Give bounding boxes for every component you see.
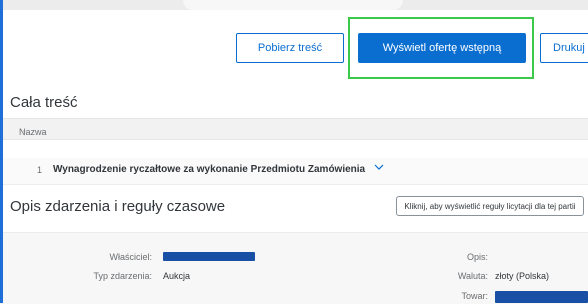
owner-label: Właściciel: <box>109 252 152 262</box>
table-row: 1 Wynagrodzenie ryczałtowe za wykonanie … <box>3 158 588 185</box>
commodity-value-redacted <box>495 291 588 303</box>
row-label: Wynagrodzenie ryczałtowe za wykonanie Pr… <box>53 164 366 175</box>
event-type-label: Typ zdarzenia: <box>93 271 152 281</box>
commodity-label: Towar: <box>461 291 488 301</box>
chevron-down-icon[interactable] <box>373 161 385 176</box>
print-button[interactable]: Drukuj <box>540 33 588 63</box>
table-header: Nazwa ↑ <box>3 118 588 140</box>
top-strip <box>3 0 588 10</box>
row-number: 1 <box>37 165 43 175</box>
currency-label: Waluta: <box>457 271 488 281</box>
show-initial-offer-button[interactable]: Wyświetl ofertę wstępną <box>358 33 526 63</box>
content-section-title: Cała treść <box>10 94 78 111</box>
show-bidding-rules-button[interactable]: Kliknij, aby wyświetlić reguły licytacji… <box>396 196 584 216</box>
sort-ascending-icon: ↑ <box>22 127 27 137</box>
currency-value: złoty (Polska) <box>495 271 550 281</box>
event-section-title: Opis zdarzenia i reguły czasowe <box>10 198 226 215</box>
download-content-button[interactable]: Pobierz treść <box>236 33 344 63</box>
owner-value-redacted <box>163 252 255 261</box>
event-type-value: Aukcja <box>163 271 191 281</box>
description-label: Opis: <box>466 252 488 262</box>
